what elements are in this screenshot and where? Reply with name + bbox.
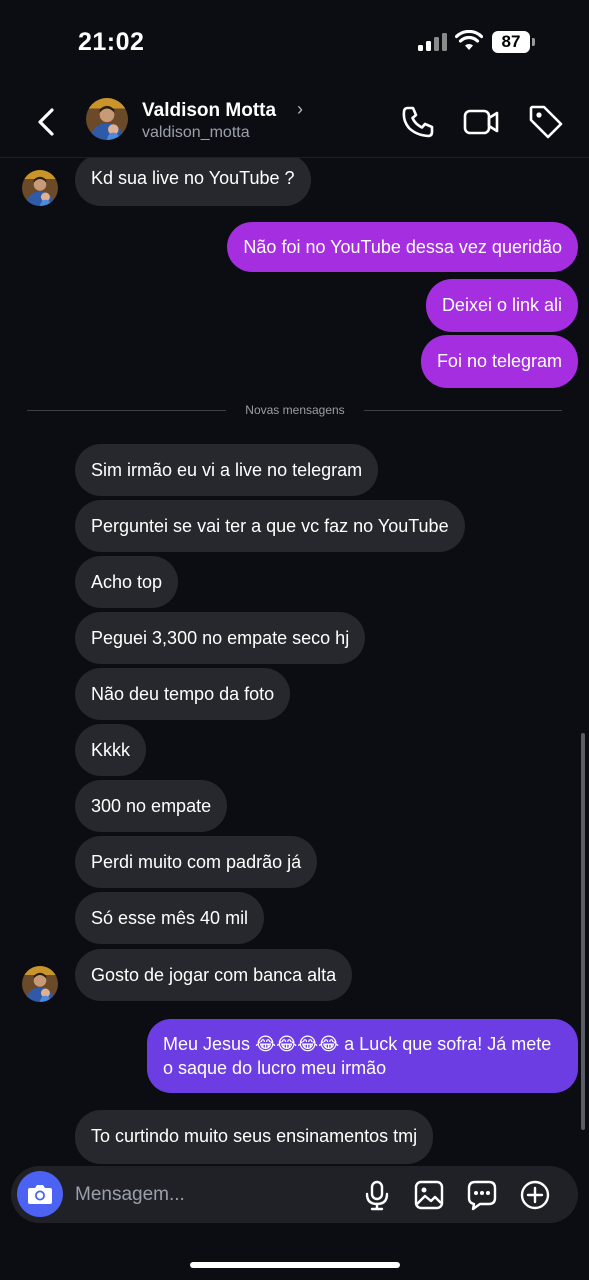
sticker-icon[interactable] xyxy=(466,1179,498,1211)
avatar-photo xyxy=(22,170,58,206)
plus-icon[interactable] xyxy=(519,1179,551,1211)
message-bubble-incoming[interactable]: Gosto de jogar com banca alta xyxy=(75,949,353,1001)
battery-indicator: 87 xyxy=(492,31,535,53)
new-messages-divider: Novas mensagens xyxy=(245,403,345,417)
gallery-icon[interactable] xyxy=(413,1179,445,1211)
message-bubble-incoming[interactable]: Sim irmão eu vi a live no telegram xyxy=(75,444,379,496)
wifi-icon xyxy=(455,30,483,50)
sender-avatar[interactable] xyxy=(22,170,58,206)
message-bubble-incoming[interactable]: Acho top xyxy=(75,556,179,608)
chevron-right-icon[interactable]: › xyxy=(297,99,303,120)
camera-button[interactable] xyxy=(17,1171,63,1217)
message-bubble-outgoing[interactable]: Meu Jesus 😂😂😂😂 a Luck que sofra! Já mete… xyxy=(147,1019,578,1093)
avatar-photo xyxy=(86,98,128,140)
message-input[interactable] xyxy=(75,1166,335,1223)
tag-icon[interactable] xyxy=(526,102,566,142)
avatar-photo xyxy=(22,966,58,1002)
scrollbar[interactable] xyxy=(581,733,585,1130)
message-bubble-incoming[interactable]: Perguntei se vai ter a que vc faz no You… xyxy=(75,500,465,552)
message-bubble-incoming[interactable]: Não deu tempo da foto xyxy=(75,668,291,720)
status-bar: 21:02 87 xyxy=(0,0,589,86)
message-bubble-incoming[interactable]: Kd sua live no YouTube ? xyxy=(75,158,311,206)
phone-icon[interactable] xyxy=(398,102,438,142)
contact-username: valdison_motta xyxy=(142,124,250,141)
camera-icon xyxy=(28,1185,52,1204)
message-bubble-outgoing[interactable]: Deixei o link ali xyxy=(425,279,578,332)
back-icon[interactable] xyxy=(30,102,64,142)
message-bubble-incoming[interactable]: Perdi muito com padrão já xyxy=(75,836,318,888)
message-thread: Kd sua live no YouTube ? Não foi no YouT… xyxy=(0,158,589,1164)
message-bubble-incoming[interactable]: 300 no empate xyxy=(75,780,228,832)
microphone-icon[interactable] xyxy=(361,1179,393,1211)
contact-name[interactable]: Valdison Motta xyxy=(142,100,276,122)
message-bubble-incoming[interactable]: Peguei 3,300 no empate seco hj xyxy=(75,612,366,664)
message-bubble-outgoing[interactable]: Não foi no YouTube dessa vez queridão xyxy=(227,222,578,272)
home-indicator xyxy=(190,1262,400,1268)
chat-header: Valdison Motta › valdison_motta xyxy=(0,86,589,158)
status-time: 21:02 xyxy=(78,28,145,56)
divider-line xyxy=(27,410,226,411)
message-bubble-incoming[interactable]: Só esse mês 40 mil xyxy=(75,892,265,944)
avatar[interactable] xyxy=(86,98,128,140)
video-icon[interactable] xyxy=(461,102,501,142)
message-bubble-outgoing[interactable]: Foi no telegram xyxy=(420,335,578,388)
cellular-signal-icon xyxy=(418,33,448,51)
message-bubble-incoming[interactable]: Kkkk xyxy=(75,724,147,776)
message-composer xyxy=(11,1166,578,1223)
divider-line xyxy=(364,410,562,411)
sender-avatar[interactable] xyxy=(22,966,58,1002)
message-bubble-incoming[interactable]: To curtindo muito seus ensinamentos tmj xyxy=(75,1110,434,1164)
